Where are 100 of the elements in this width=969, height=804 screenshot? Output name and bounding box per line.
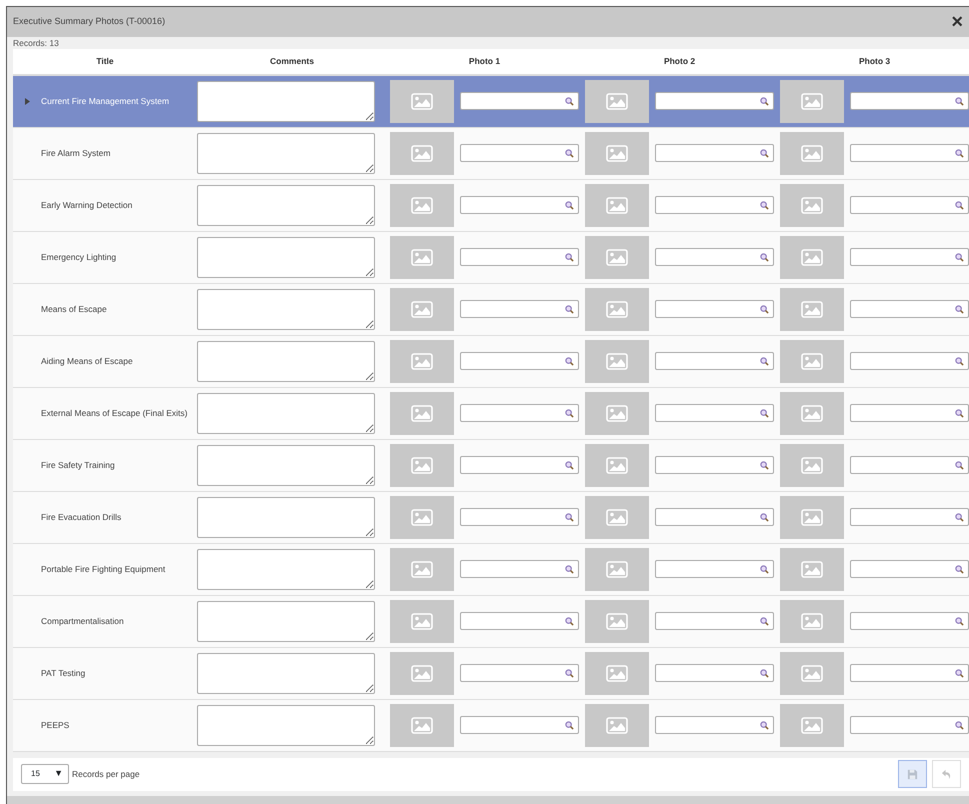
search-icon[interactable] — [760, 200, 770, 210]
search-icon[interactable] — [760, 304, 770, 314]
search-icon[interactable] — [955, 512, 964, 522]
table-row[interactable]: External Means of Escape (Final Exits) — [13, 387, 969, 439]
photo-thumbnail[interactable] — [780, 652, 844, 694]
photo-search-field[interactable] — [655, 196, 774, 214]
table-row[interactable]: Fire Evacuation Drills — [13, 491, 969, 543]
search-icon[interactable] — [760, 512, 770, 522]
photo-search-field[interactable] — [850, 560, 969, 578]
photo-search-field[interactable] — [850, 196, 969, 214]
search-icon[interactable] — [565, 96, 574, 106]
photo-thumbnail[interactable] — [390, 548, 454, 590]
search-icon[interactable] — [955, 304, 964, 314]
comments-field[interactable] — [197, 80, 375, 122]
comments-field[interactable] — [197, 548, 375, 590]
photo-thumbnail[interactable] — [780, 704, 844, 746]
table-row[interactable]: Means of Escape — [13, 283, 969, 335]
photo-thumbnail[interactable] — [585, 132, 650, 174]
photo-search-field[interactable] — [655, 612, 774, 630]
photo-search-field[interactable] — [850, 456, 969, 474]
photo-search-field[interactable] — [460, 404, 579, 422]
photo-thumbnail[interactable] — [390, 392, 454, 434]
photo-search-field[interactable] — [850, 92, 969, 110]
search-icon[interactable] — [760, 460, 770, 470]
photo-search-field[interactable] — [850, 352, 969, 370]
comments-field[interactable] — [197, 392, 375, 434]
photo-thumbnail[interactable] — [780, 496, 844, 538]
search-icon[interactable] — [955, 200, 964, 210]
photo-search-field[interactable] — [460, 508, 579, 526]
search-icon[interactable] — [760, 408, 770, 418]
photo-search-field[interactable] — [655, 664, 774, 682]
search-icon[interactable] — [955, 356, 964, 366]
search-icon[interactable] — [565, 356, 574, 366]
photo-thumbnail[interactable] — [390, 80, 454, 123]
search-icon[interactable] — [760, 356, 770, 366]
comments-field[interactable] — [197, 340, 375, 382]
search-icon[interactable] — [565, 200, 574, 210]
comments-field[interactable] — [197, 600, 375, 642]
table-row[interactable]: Portable Fire Fighting Equipment — [13, 543, 969, 595]
search-icon[interactable] — [565, 720, 574, 730]
comments-field[interactable] — [197, 444, 375, 486]
search-icon[interactable] — [955, 408, 964, 418]
search-icon[interactable] — [565, 616, 574, 626]
photo-search-field[interactable] — [655, 92, 774, 110]
search-icon[interactable] — [760, 96, 770, 106]
search-icon[interactable] — [760, 616, 770, 626]
search-icon[interactable] — [565, 148, 574, 158]
table-row[interactable]: Compartmentalisation — [13, 595, 969, 647]
photo-thumbnail[interactable] — [390, 704, 454, 746]
search-icon[interactable] — [760, 148, 770, 158]
table-row[interactable]: Fire Safety Training — [13, 439, 969, 491]
photo-thumbnail[interactable] — [390, 340, 454, 382]
photo-thumbnail[interactable] — [585, 340, 650, 382]
photo-thumbnail[interactable] — [585, 80, 650, 123]
photo-thumbnail[interactable] — [585, 704, 650, 746]
table-row[interactable]: PEEPS — [13, 699, 969, 751]
photo-thumbnail[interactable] — [585, 652, 650, 694]
photo-search-field[interactable] — [850, 716, 969, 734]
photo-thumbnail[interactable] — [390, 496, 454, 538]
table-row[interactable]: Fire Alarm System — [13, 127, 969, 179]
photo-search-field[interactable] — [460, 664, 579, 682]
photo-thumbnail[interactable] — [780, 132, 844, 174]
comments-field[interactable] — [197, 184, 375, 226]
photo-search-field[interactable] — [850, 664, 969, 682]
search-icon[interactable] — [955, 96, 964, 106]
search-icon[interactable] — [955, 252, 964, 262]
search-icon[interactable] — [955, 720, 964, 730]
photo-thumbnail[interactable] — [780, 288, 844, 330]
save-button[interactable] — [898, 760, 927, 788]
photo-search-field[interactable] — [850, 248, 969, 266]
comments-field[interactable] — [197, 236, 375, 278]
photo-thumbnail[interactable] — [390, 288, 454, 330]
photo-thumbnail[interactable] — [780, 600, 844, 642]
photo-thumbnail[interactable] — [585, 548, 650, 590]
photo-search-field[interactable] — [655, 352, 774, 370]
search-icon[interactable] — [565, 252, 574, 262]
table-row[interactable]: Emergency Lighting — [13, 231, 969, 283]
photo-search-field[interactable] — [850, 404, 969, 422]
photo-thumbnail[interactable] — [780, 184, 844, 226]
search-icon[interactable] — [760, 252, 770, 262]
photo-search-field[interactable] — [460, 92, 579, 110]
photo-search-field[interactable] — [850, 300, 969, 318]
photo-thumbnail[interactable] — [585, 288, 650, 330]
photo-search-field[interactable] — [655, 456, 774, 474]
search-icon[interactable] — [760, 668, 770, 678]
photo-search-field[interactable] — [655, 508, 774, 526]
photo-thumbnail[interactable] — [585, 392, 650, 434]
photo-thumbnail[interactable] — [390, 652, 454, 694]
close-button[interactable]: × — [951, 12, 963, 32]
photo-thumbnail[interactable] — [390, 184, 454, 226]
search-icon[interactable] — [955, 616, 964, 626]
page-size-select[interactable]: 15 ▼ — [21, 764, 69, 784]
search-icon[interactable] — [760, 720, 770, 730]
search-icon[interactable] — [955, 564, 964, 574]
photo-search-field[interactable] — [655, 144, 774, 162]
search-icon[interactable] — [955, 148, 964, 158]
photo-thumbnail[interactable] — [780, 236, 844, 278]
search-icon[interactable] — [760, 564, 770, 574]
photo-search-field[interactable] — [655, 716, 774, 734]
photo-search-field[interactable] — [655, 248, 774, 266]
